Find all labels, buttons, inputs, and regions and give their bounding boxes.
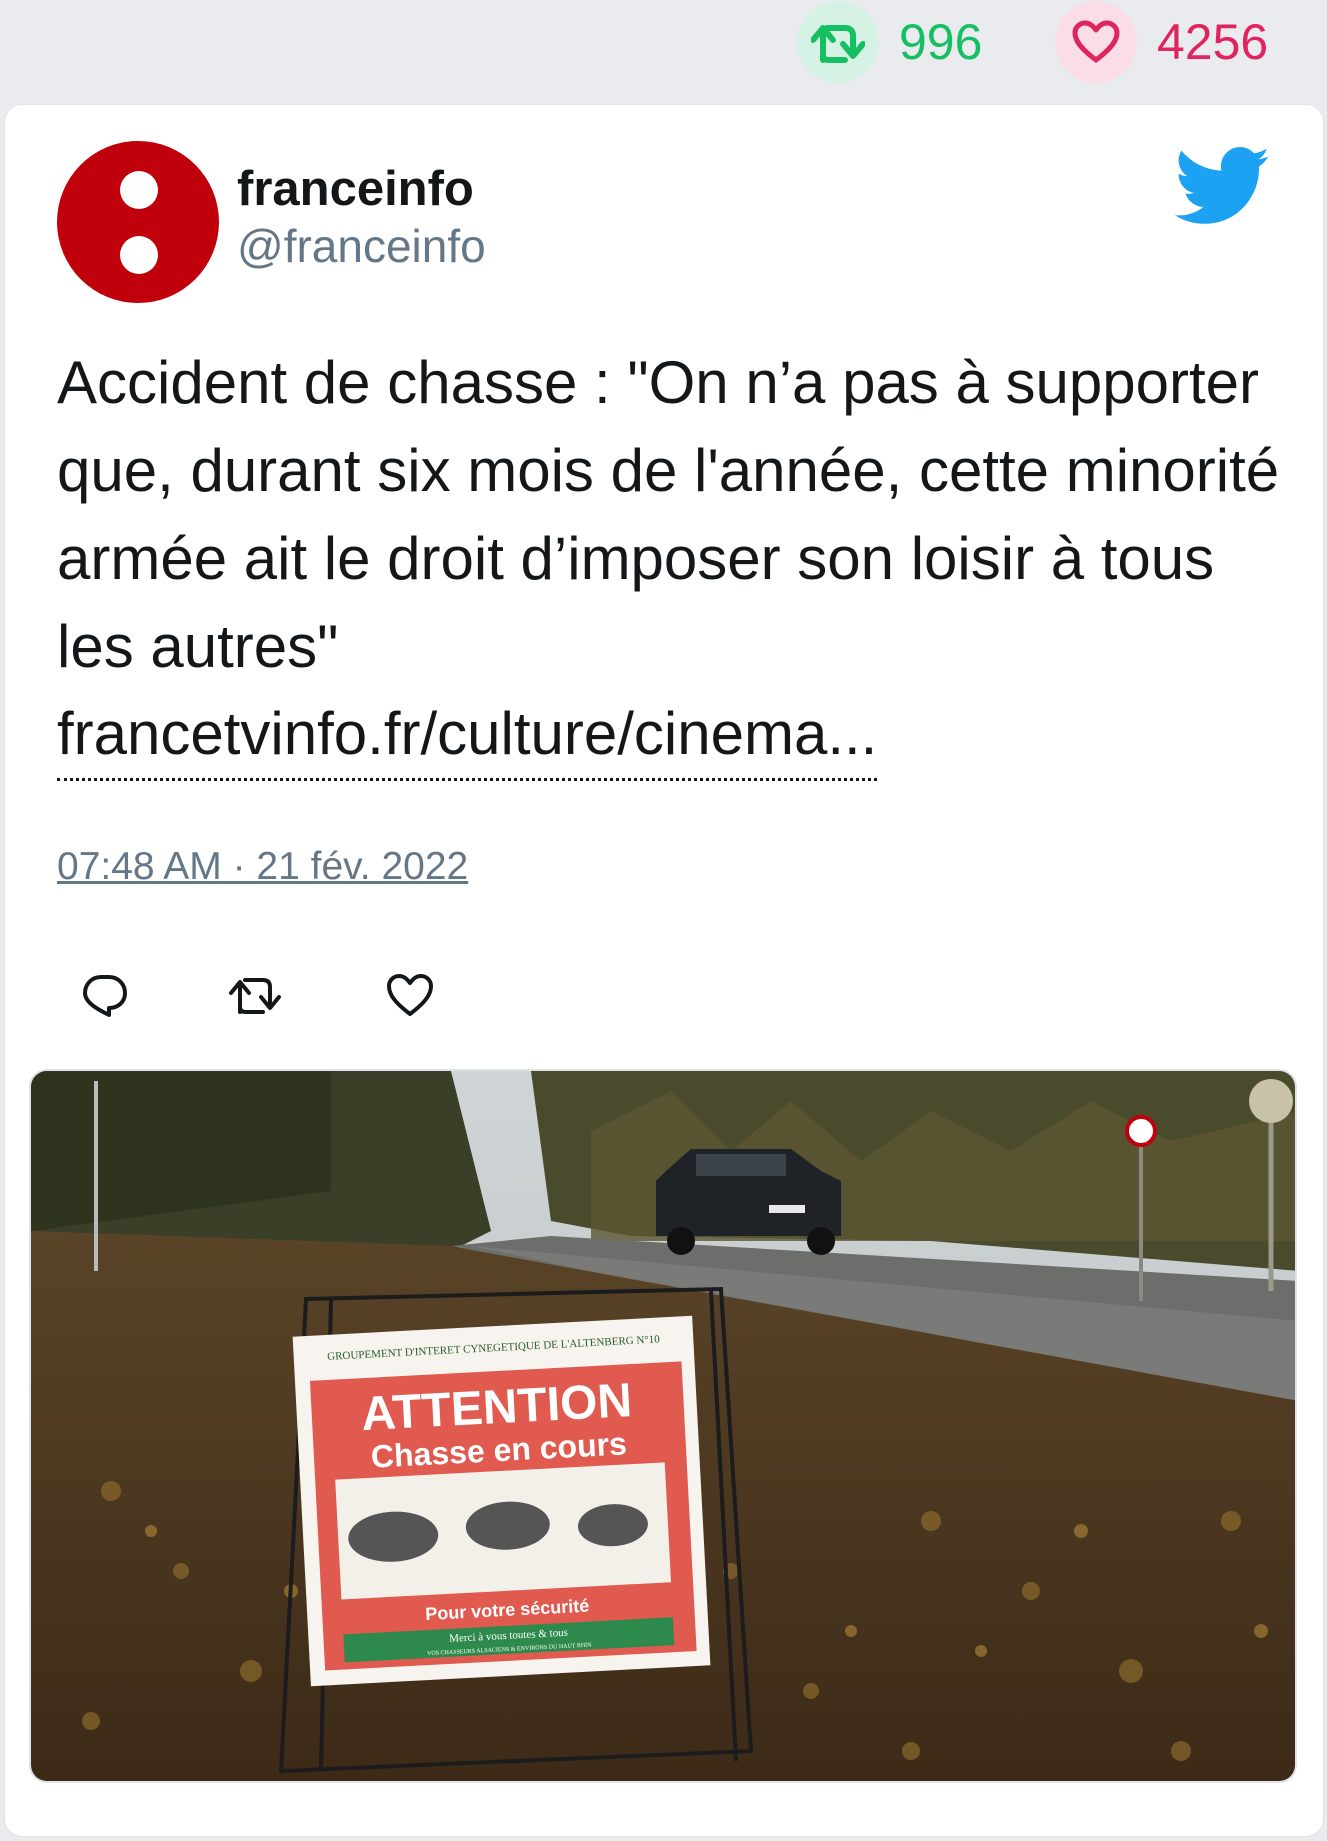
reply-button[interactable] [75,965,135,1025]
like-stat[interactable]: 4256 [1055,1,1269,83]
twitter-bird-icon[interactable] [1174,147,1271,225]
retweet-stat[interactable]: 996 [797,1,983,83]
stats-bar: 996 4256 [0,0,1327,86]
like-count: 4256 [1157,14,1269,70]
retweet-icon [797,1,879,83]
tweet-text: Accident de chasse : "On n’a pas à suppo… [57,349,1280,680]
retweet-button[interactable] [225,965,285,1025]
reply-icon [83,975,127,1017]
heart-icon [1055,1,1137,83]
avatar-dot [120,236,158,274]
avatar-dot [120,171,158,209]
tweet-timestamp[interactable]: 07:48 AM · 21 fév. 2022 [57,845,468,889]
like-button[interactable] [380,965,440,1025]
display-name[interactable]: franceinfo [237,165,474,214]
user-handle[interactable]: @franceinfo [237,223,486,269]
avatar[interactable] [57,141,219,303]
retweet-icon [229,978,281,1014]
retweet-count: 996 [899,14,983,70]
tweet-photo[interactable]: GROUPEMENT D'INTERET CYNEGETIQUE DE L'AL… [29,1069,1297,1783]
hunting-sign: GROUPEMENT D'INTERET CYNEGETIQUE DE L'AL… [292,1315,711,1687]
tweet-link[interactable]: francetvinfo.fr/culture/cinema... [57,690,878,781]
heart-icon [387,974,433,1016]
